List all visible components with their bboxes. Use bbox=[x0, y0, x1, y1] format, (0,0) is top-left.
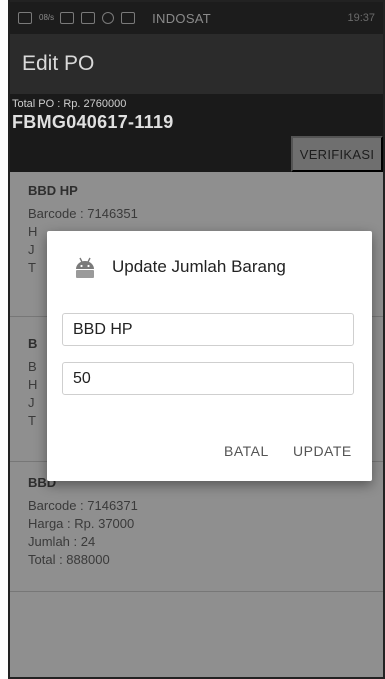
po-total: Total PO : Rp. 2760000 bbox=[12, 98, 127, 110]
item-barcode: Barcode : 7146371 bbox=[28, 498, 138, 513]
verify-button[interactable]: VERIFIKASI bbox=[291, 136, 383, 172]
item-total: Total : 888000 bbox=[28, 552, 110, 567]
app-icon bbox=[102, 12, 115, 24]
cancel-button[interactable]: BATAL bbox=[224, 443, 269, 459]
list-item[interactable]: BBD Barcode : 7146371 Harga : Rp. 37000 … bbox=[10, 462, 383, 592]
message-icon bbox=[60, 12, 75, 24]
page-title: Edit PO bbox=[22, 52, 95, 75]
app-bar: Edit PO bbox=[10, 34, 383, 94]
item-jumlah: Jumlah : 24 bbox=[28, 534, 96, 549]
carrier-name: INDOSAT bbox=[152, 10, 212, 26]
item-harga: Harga : Rp. 37000 bbox=[28, 516, 135, 531]
dialog-header: Update Jumlah Barang bbox=[73, 255, 286, 279]
update-quantity-dialog: Update Jumlah Barang BBD HP 50 BATAL UPD… bbox=[47, 231, 372, 481]
gallery-icon bbox=[18, 12, 32, 24]
clock: 19:37 bbox=[347, 12, 375, 24]
status-bar: 08/s INDOSAT 19:37 bbox=[10, 2, 383, 34]
notification-icon bbox=[121, 12, 136, 24]
network-speed: 08/s bbox=[39, 13, 55, 22]
po-code: FBMG040617-1119 bbox=[12, 112, 174, 132]
home-icon bbox=[81, 12, 96, 24]
android-icon bbox=[76, 257, 94, 278]
item-barcode: Barcode : 7146351 bbox=[28, 206, 138, 221]
update-button[interactable]: UPDATE bbox=[293, 443, 352, 459]
item-name: BBD HP bbox=[28, 183, 78, 198]
phone-screen: 08/s INDOSAT 19:37 Edit PO Total PO : Rp… bbox=[8, 0, 385, 679]
item-name-field[interactable]: BBD HP bbox=[62, 313, 354, 346]
quantity-field[interactable]: 50 bbox=[62, 362, 354, 395]
dialog-title: Update Jumlah Barang bbox=[112, 257, 286, 276]
